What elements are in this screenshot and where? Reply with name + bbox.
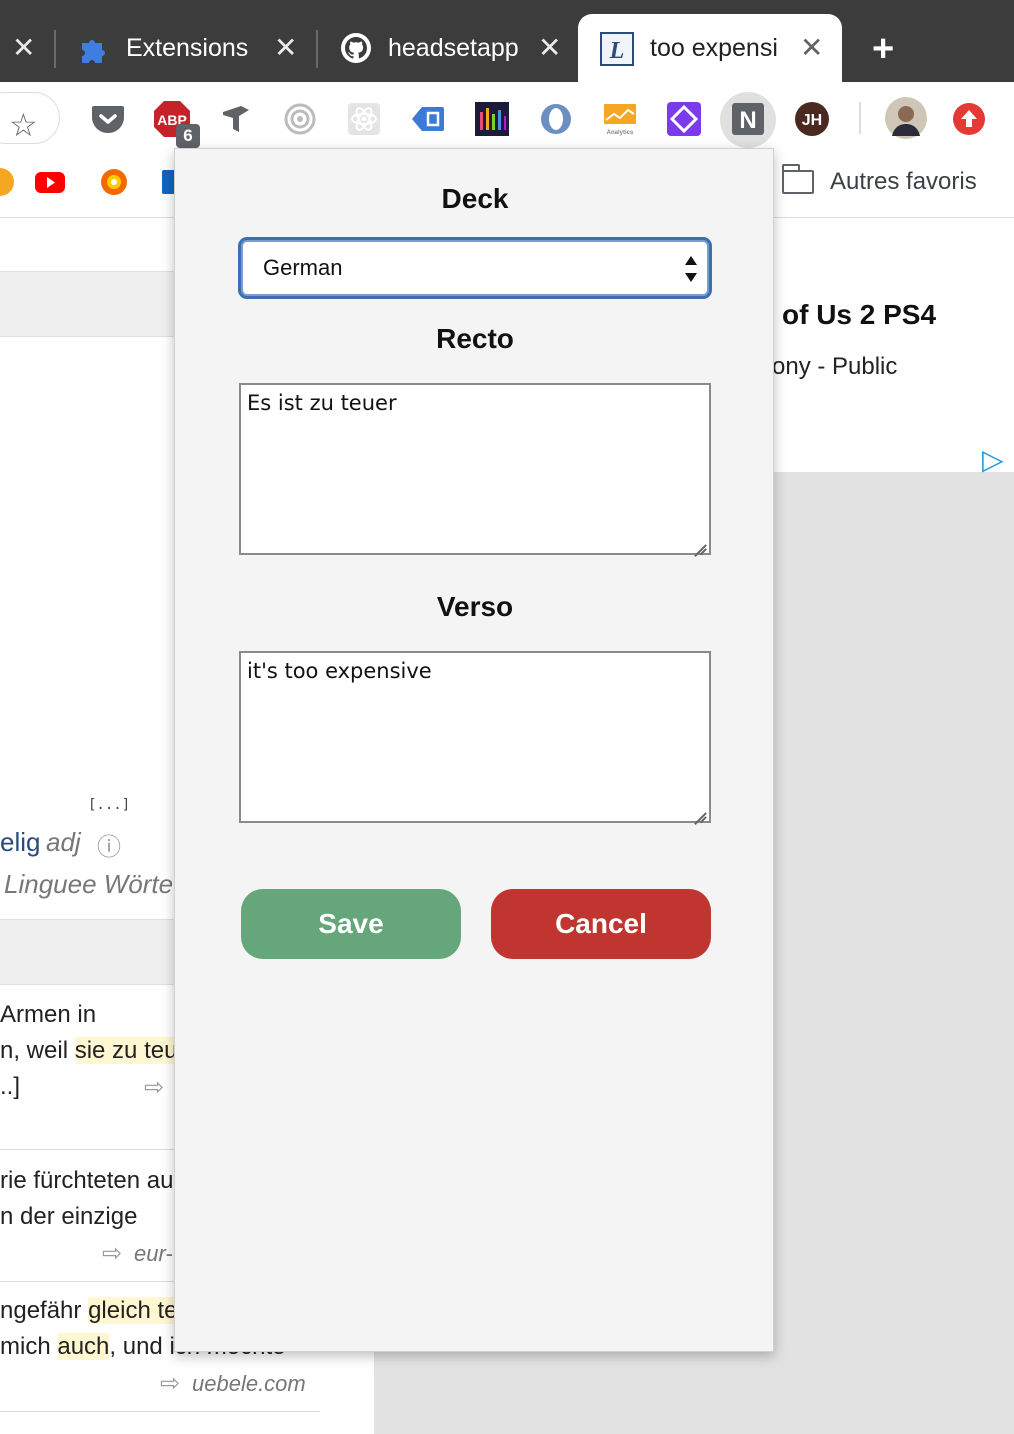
tab-title: headsetapp: [388, 33, 519, 62]
adchoices-icon[interactable]: ▷: [982, 443, 1004, 476]
divider: [0, 1149, 200, 1150]
source-link[interactable]: uebele.com: [192, 1371, 306, 1397]
diamond-icon[interactable]: [665, 100, 703, 138]
profile-avatar[interactable]: [884, 96, 928, 140]
recto-text: Es ist zu teuer: [247, 391, 397, 415]
tab-title: too expensi: [650, 33, 778, 62]
close-icon[interactable]: ✕: [274, 34, 297, 62]
tab-extensions[interactable]: Extensions ✕: [58, 14, 314, 82]
tab-headsetapp[interactable]: headsetapp ✕: [320, 14, 578, 82]
resize-grip-icon[interactable]: [691, 535, 707, 551]
o-ring-icon[interactable]: [537, 100, 575, 138]
notion-icon[interactable]: N: [729, 100, 767, 138]
divider: [0, 1411, 320, 1412]
svg-text:JH: JH: [802, 112, 822, 129]
verso-textarea[interactable]: it's too expensive: [239, 651, 711, 823]
github-icon: [341, 33, 371, 63]
bars-chart-icon[interactable]: [473, 100, 511, 138]
jh-icon[interactable]: JH: [793, 100, 831, 138]
external-link-icon[interactable]: ⇨: [144, 1073, 164, 1102]
close-icon[interactable]: ✕: [800, 34, 823, 62]
tab-separator: [54, 30, 56, 68]
upload-icon[interactable]: [950, 100, 988, 138]
tab-title: Extensions: [126, 33, 249, 62]
grafana-icon[interactable]: [98, 166, 130, 198]
tab-strip: ✕ Extensions ✕ headsetapp ✕ L too expens…: [0, 0, 1014, 82]
puzzle-icon: [82, 40, 105, 63]
analytics-icon[interactable]: Analytics: [601, 100, 639, 138]
example-line: n, weil sie zu teu: [0, 1037, 178, 1064]
external-link-icon[interactable]: ⇨: [160, 1369, 180, 1398]
deck-select[interactable]: German: [241, 240, 709, 296]
tab-separator: [316, 30, 318, 68]
translation-word[interactable]: elig: [0, 827, 40, 858]
react-devtools-icon[interactable]: [345, 100, 383, 138]
toolbar-divider: [859, 102, 861, 134]
star-icon[interactable]: ☆: [9, 109, 38, 141]
recto-textarea[interactable]: Es ist zu teuer: [239, 383, 711, 555]
verso-label: Verso: [436, 591, 514, 622]
part-of-speech: adj: [46, 827, 81, 857]
resize-grip-icon[interactable]: [691, 803, 707, 819]
example-line: rie fürchteten au: [0, 1167, 174, 1194]
tag-icon[interactable]: [409, 100, 447, 138]
example-line: ..]: [0, 1073, 21, 1100]
linguee-icon: L: [600, 32, 634, 66]
info-icon[interactable]: ⓘ: [97, 827, 121, 862]
close-icon[interactable]: ✕: [538, 34, 561, 62]
new-tab-button[interactable]: +: [872, 30, 894, 68]
svg-text:N: N: [739, 107, 756, 134]
recto-label: Recto: [436, 323, 514, 354]
divider: [0, 1281, 200, 1282]
ad-subtitle: ony - Public: [772, 353, 898, 380]
verso-text: it's too expensive: [247, 659, 432, 683]
deck-label: Deck: [441, 183, 509, 214]
ellipsis-marker: [...]: [88, 797, 131, 813]
deck-selected-value: German: [263, 255, 343, 280]
flashcard-popup: Deck German Recto Es ist zu teuer Verso …: [174, 148, 774, 1352]
section-header: [0, 271, 200, 337]
select-arrows-icon: [685, 256, 697, 282]
tab-linguee[interactable]: L too expensi ✕: [578, 14, 842, 82]
example-line: n der einzige: [0, 1203, 138, 1230]
source-link[interactable]: eur-: [134, 1241, 173, 1267]
cancel-button[interactable]: Cancel: [491, 889, 711, 959]
browser-toolbar: ☆ ABP 6 Analytics N JH: [0, 82, 1014, 154]
external-link-icon[interactable]: ⇨: [102, 1239, 122, 1268]
ad-title[interactable]: of Us 2 PS4: [782, 299, 936, 331]
svg-text:L: L: [609, 38, 625, 64]
close-icon[interactable]: ✕: [12, 34, 35, 62]
other-bookmarks-folder[interactable]: Autres favoris: [830, 168, 977, 196]
folder-icon: [782, 164, 814, 194]
svg-text:Analytics: Analytics: [607, 130, 634, 136]
bookmark-icon[interactable]: [0, 166, 16, 198]
save-button[interactable]: Save: [241, 889, 461, 959]
example-line: ngefähr gleich teu: [0, 1297, 191, 1324]
youtube-icon[interactable]: [34, 166, 66, 198]
target-icon[interactable]: [281, 100, 319, 138]
pocket-icon[interactable]: [89, 100, 127, 138]
example-line: Armen in: [0, 1001, 97, 1028]
address-bar[interactable]: ☆: [0, 92, 60, 144]
dictionary-label: Linguee Wörte: [4, 869, 174, 899]
section-header: [0, 919, 200, 985]
extension-badge: 6: [176, 124, 200, 148]
tag-assistant-icon[interactable]: [217, 100, 255, 138]
